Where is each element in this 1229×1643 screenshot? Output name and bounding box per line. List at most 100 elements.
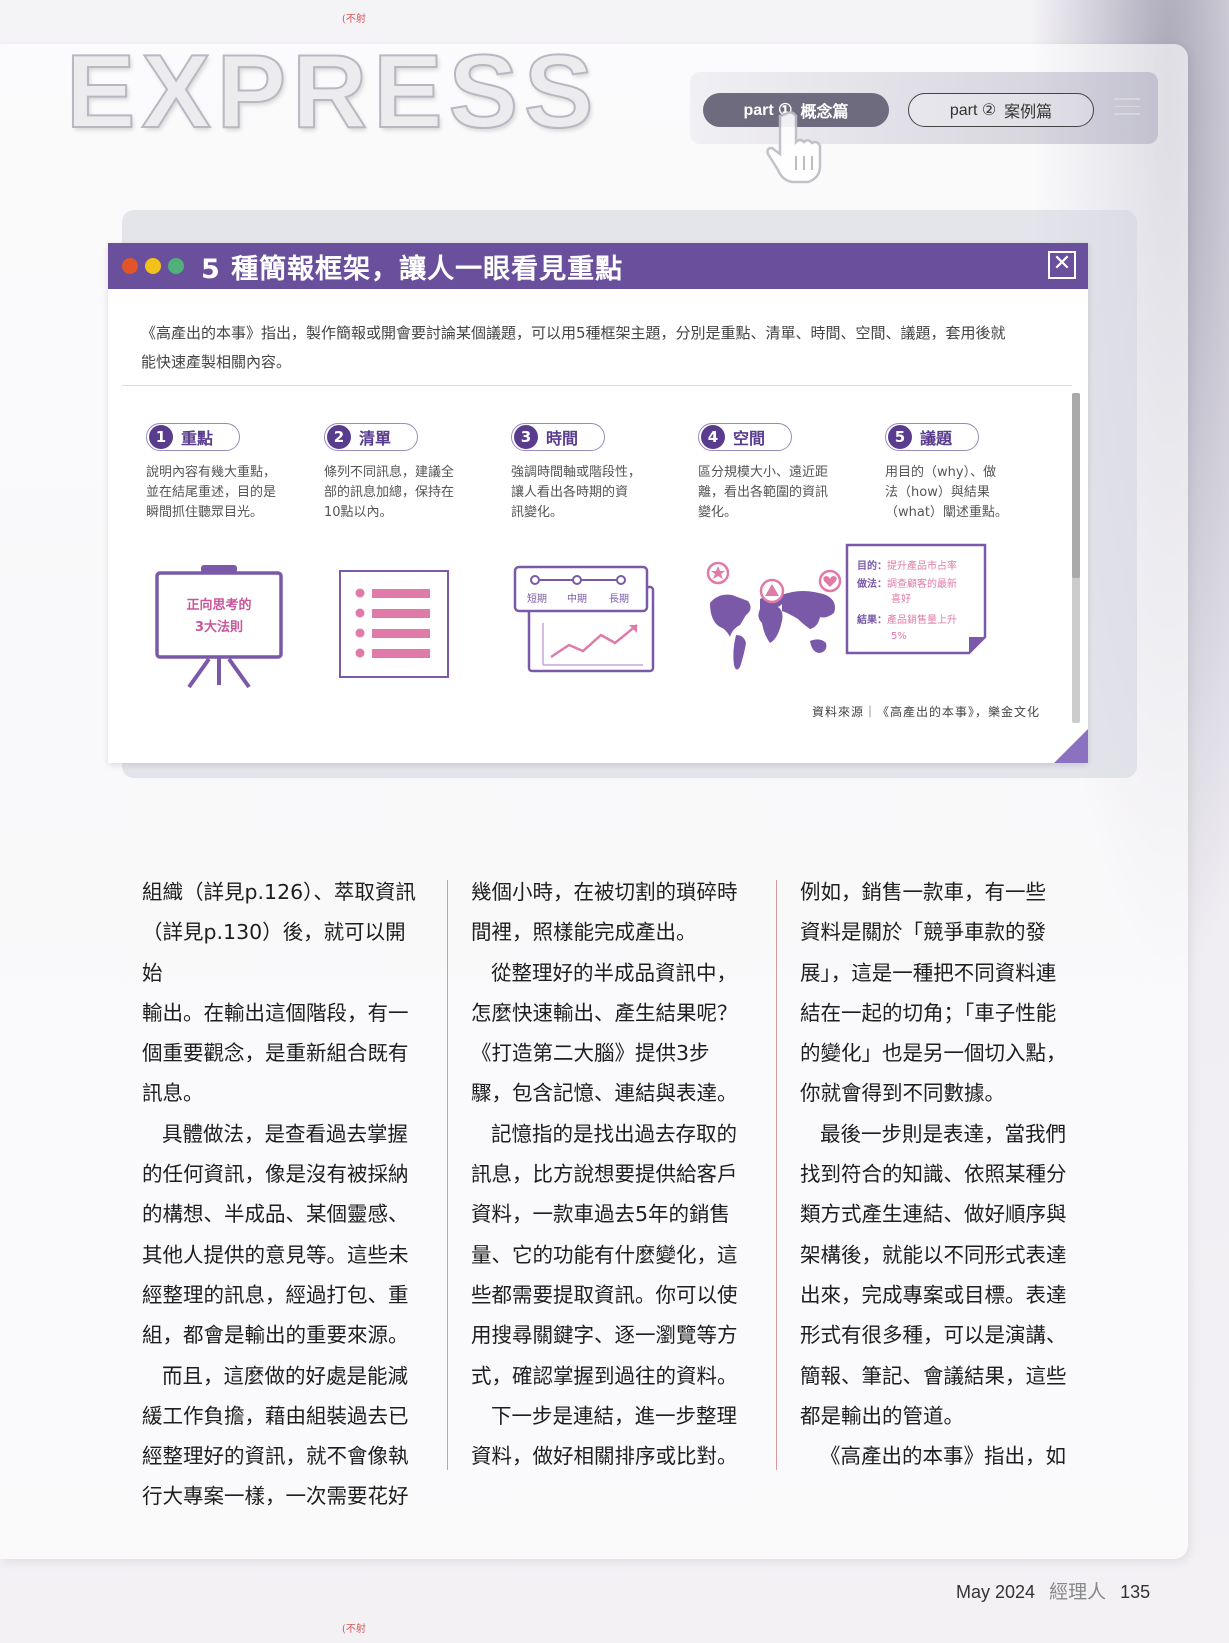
text-line: 《打造第二大腦》提供3步 xyxy=(471,1041,710,1066)
text-line: 緩工作負擔，藉由組裝過去已 xyxy=(142,1403,409,1428)
text-line: 《高產出的本事》指出，如 xyxy=(820,1444,1066,1469)
text-line: 類方式產生連結、做好順序與 xyxy=(800,1202,1067,1227)
text-line: 都是輸出的管道。 xyxy=(800,1403,964,1428)
menu-icon[interactable] xyxy=(1114,98,1140,121)
text-line: 架構後，就能以不同形式表達 xyxy=(800,1242,1067,1267)
red-dot-icon xyxy=(122,258,138,274)
board-text: 3大法則 xyxy=(195,619,243,635)
timeline-label: 短期 xyxy=(527,592,547,605)
text-line: 資料，一款車過去5年的銷售 xyxy=(471,1202,731,1227)
framework-item: 3 時間 強調時間軸或階段性， 讓人看出各時期的資 訊變化。 xyxy=(511,423,676,523)
text-line: 組，都會是輸出的重要來源。 xyxy=(142,1323,409,1348)
framework-number: 3 xyxy=(514,425,538,449)
board-text: 正向思考的 xyxy=(186,597,251,613)
infographic-title: 5 種簡報框架，讓人一眼看見重點 xyxy=(201,253,624,285)
divider xyxy=(122,385,1072,386)
text-line: （詳見p.130）後，就可以開始 xyxy=(142,920,406,985)
framework-pill: 4 空間 xyxy=(698,423,793,451)
text-line: 其他人提供的意見等。這些未 xyxy=(142,1242,409,1267)
text-line: 最後一步則是表達，當我們 xyxy=(820,1121,1066,1146)
timeline-chart-icon: 短期 中期 長期 xyxy=(513,565,655,673)
text-line: 幾個小時，在被切割的瑣碎時 xyxy=(471,880,738,904)
text-line: 訊息，比方說想要提供給客戶 xyxy=(471,1162,738,1187)
framework-number: 1 xyxy=(149,425,173,449)
text-line: 間裡，照樣能完成產出。 xyxy=(471,920,697,945)
framework-desc: 條列不同訊息，建議全 部的訊息加總，保持在 10點以內。 xyxy=(324,465,455,520)
text-line: 組織（詳見p.126）、萃取資訊 xyxy=(142,880,416,904)
text-line: 些都需要提取資訊。你可以使 xyxy=(471,1282,738,1307)
text-line: 出來，完成專案或目標。表達 xyxy=(800,1282,1067,1307)
column-divider xyxy=(776,880,777,1470)
close-icon[interactable]: ✕ xyxy=(1048,251,1076,279)
infographic-window: 5 種簡報框架，讓人一眼看見重點 ✕ 《高產出的本事》指出，製作簡報或開會要討論… xyxy=(108,243,1088,763)
text-line: 經整理好的資訊，就不會像執 xyxy=(142,1444,409,1469)
framework-pill: 1 重點 xyxy=(146,423,241,451)
intro-line: 《高產出的本事》指出，製作簡報或開會要討論某個議題，可以用5種框架主題，分別是重… xyxy=(141,324,1006,342)
framework-name: 重點 xyxy=(181,429,214,448)
issue-card-line: 目的：提升產品市占率 xyxy=(857,559,957,572)
framework-pill: 3 時間 xyxy=(511,423,606,451)
registration-mark-bottom: (不射 xyxy=(342,1624,366,1635)
text-line: 簡報、筆記、會議結果，這些 xyxy=(800,1363,1067,1388)
green-dot-icon xyxy=(168,258,184,274)
issue-card-line: 喜好 xyxy=(891,592,911,605)
text-line: 輸出。在輸出這個階段，有一 xyxy=(142,1000,409,1025)
issue-card-line: 5% xyxy=(891,631,907,642)
issue-card-line: 做法：調查顧客的最新 xyxy=(856,577,957,590)
text-line: 行大專案一樣，一次需要花好 xyxy=(142,1484,409,1509)
text-line: 個重要觀念，是重新組合既有 xyxy=(142,1041,409,1066)
framework-name: 議題 xyxy=(920,429,953,448)
presentation-board-icon: 正向思考的 3大法則 xyxy=(155,565,283,689)
source-note: 資料來源｜《高產出的本事》，樂金文化 xyxy=(811,705,1040,719)
text-line: 訊息。 xyxy=(142,1081,204,1106)
text-line: 記憶指的是找出過去存取的 xyxy=(491,1121,737,1146)
text-line: 經整理的訊息，經過打包、重 xyxy=(142,1282,409,1307)
framework-item: 4 空間 區分規模大小、遠近距 離，看出各範圍的資訊 變化。 xyxy=(698,423,863,523)
hand-cursor-icon xyxy=(766,111,822,184)
text-line: 驟，包含記憶、連結與表達。 xyxy=(471,1081,738,1106)
text-line: 下一步是連結，進一步整理 xyxy=(491,1403,737,1428)
framework-item: 2 清單 條列不同訊息，建議全 部的訊息加總，保持在 10點以內。 xyxy=(324,423,489,523)
issue-card-line: 結果：產品銷售量上升 xyxy=(857,613,957,626)
yellow-dot-icon xyxy=(145,258,161,274)
corner-fold xyxy=(1054,729,1088,763)
text-line: 量、它的功能有什麼變化，這 xyxy=(471,1242,738,1267)
text-line: 而且，這麼做的好處是能減 xyxy=(162,1363,408,1388)
text-line: 找到符合的知識、依照某種分 xyxy=(800,1162,1067,1187)
page-footer: May 2024 經理人 135 xyxy=(956,1577,1150,1604)
text-line: 具體做法，是查看過去掌握 xyxy=(162,1121,408,1146)
infographic-intro: 《高產出的本事》指出，製作簡報或開會要討論某個議題，可以用5種框架主題，分別是重… xyxy=(141,319,1061,377)
text-line: 的構想、半成品、某個靈感、 xyxy=(142,1202,409,1227)
framework-name: 清單 xyxy=(359,429,392,448)
text-line: 形式有很多種，可以是演講、 xyxy=(800,1323,1067,1348)
infographic-titlebar: 5 種簡報框架，讓人一眼看見重點 ✕ xyxy=(108,243,1088,289)
tab-part-2[interactable]: part ② 案例篇 xyxy=(908,93,1094,127)
text-line: 結在一起的切角；「車子性能 xyxy=(800,1000,1057,1025)
framework-item: 1 重點 說明內容有幾大重點， 並在結尾重述，目的是 瞬間抓住聽眾目光。 xyxy=(146,423,311,523)
intro-line: 能快速產製相關內容。 xyxy=(141,353,292,371)
framework-desc: 強調時間軸或階段性， 讓人看出各時期的資 訊變化。 xyxy=(511,465,642,520)
tab-part-number: part ② xyxy=(949,102,997,119)
text-line: 的任何資訊，像是沒有被採納 xyxy=(142,1162,409,1187)
registration-mark-top: (不射 xyxy=(342,14,366,25)
framework-desc: 用目的（why）、做 法（how）與結果 （what）闡述重點。 xyxy=(885,465,1008,520)
timeline-label: 中期 xyxy=(567,592,587,605)
text-line: 展」，這是一種把不同資料連 xyxy=(800,960,1057,985)
framework-pill: 5 議題 xyxy=(885,423,980,451)
text-line: 從整理好的半成品資訊中， xyxy=(491,960,737,985)
text-line: 用搜尋關鍵字、逐一瀏覽等方 xyxy=(471,1323,738,1348)
framework-number: 5 xyxy=(888,425,912,449)
framework-desc: 說明內容有幾大重點， 並在結尾重述，目的是 瞬間抓住聽眾目光。 xyxy=(146,465,277,520)
column-divider xyxy=(447,880,448,1470)
page-number: 135 xyxy=(1120,1582,1151,1602)
framework-number: 4 xyxy=(701,425,725,449)
magazine-name: 經理人 xyxy=(1049,1582,1107,1603)
text-line: 你就會得到不同數據。 xyxy=(800,1081,1005,1106)
scrollbar-thumb[interactable] xyxy=(1072,393,1080,578)
framework-item: 5 議題 用目的（why）、做 法（how）與結果 （what）闡述重點。 xyxy=(885,423,1050,523)
text-column-2: 幾個小時，在被切割的瑣碎時 間裡，照樣能完成產出。 從整理好的半成品資訊中， 怎麼快速… xyxy=(471,872,755,1476)
framework-number: 2 xyxy=(327,425,351,449)
text-line: 式，確認掌握到過往的資料。 xyxy=(471,1363,738,1388)
framework-name: 空間 xyxy=(733,429,766,448)
issue-card-icon: 目的：提升產品市占率 做法：調查顧客的最新 喜好 結果：產品銷售量上升 5% xyxy=(845,543,987,655)
